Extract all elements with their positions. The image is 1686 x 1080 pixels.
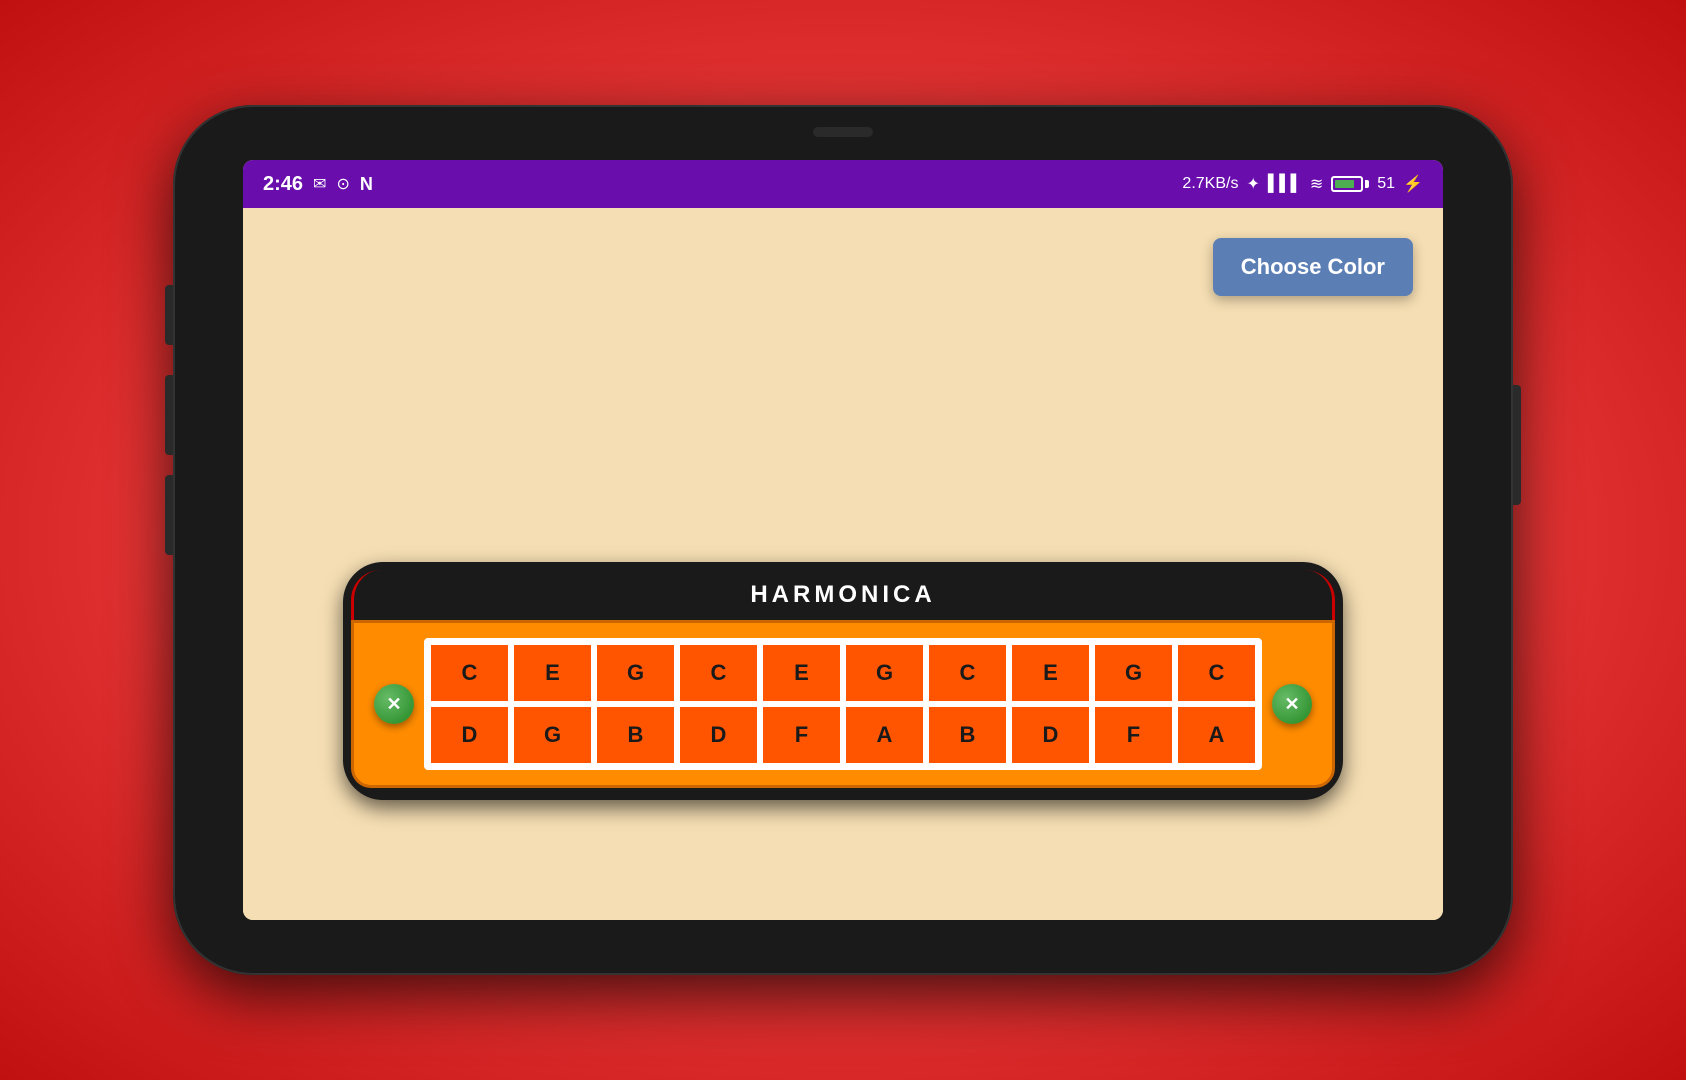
key-g2[interactable]: G (843, 642, 926, 704)
side-button-3[interactable] (165, 475, 173, 555)
key-g4[interactable]: G (511, 704, 594, 766)
n-icon: N (360, 174, 373, 195)
keys-grid: C E G C E G C E G C (424, 638, 1262, 770)
harmonica-body: ✕ C E G C E G (351, 620, 1335, 788)
status-time: 2:46 (263, 173, 303, 196)
key-g1[interactable]: G (594, 642, 677, 704)
power-button[interactable] (1513, 385, 1521, 505)
key-a2[interactable]: A (1175, 704, 1258, 766)
gmail-icon: ✉ (313, 174, 326, 194)
device-shell: 2:46 ✉ ⊙ N 2.7KB/s ✦ ▌▌▌ ≋ 51 ⚡ (173, 105, 1513, 975)
key-e3[interactable]: E (1009, 642, 1092, 704)
bottom-keys-row: D G B D F A B D F A (428, 704, 1258, 766)
signal-icon: ▌▌▌ (1268, 175, 1302, 193)
battery-body (1331, 176, 1363, 192)
key-f2[interactable]: F (1092, 704, 1175, 766)
key-d3[interactable]: D (1009, 704, 1092, 766)
status-right: 2.7KB/s ✦ ▌▌▌ ≋ 51 ⚡ (1182, 174, 1423, 194)
key-d2[interactable]: D (677, 704, 760, 766)
status-left: 2:46 ✉ ⊙ N (263, 173, 373, 196)
speaker-notch (813, 127, 873, 137)
battery-icon (1331, 176, 1369, 192)
battery-tip (1365, 180, 1369, 188)
screw-left: ✕ (374, 684, 414, 724)
key-c3[interactable]: C (926, 642, 1009, 704)
charging-icon: ⚡ (1403, 174, 1423, 194)
volume-up-button[interactable] (165, 285, 173, 345)
harmonica-top-strip: HARMONICA (351, 570, 1335, 620)
key-e1[interactable]: E (511, 642, 594, 704)
data-speed: 2.7KB/s (1182, 175, 1238, 193)
screen: 2:46 ✉ ⊙ N 2.7KB/s ✦ ▌▌▌ ≋ 51 ⚡ (243, 160, 1443, 920)
key-g3[interactable]: G (1092, 642, 1175, 704)
choose-color-button[interactable]: Choose Color (1213, 238, 1413, 296)
key-c1[interactable]: C (428, 642, 511, 704)
key-d1[interactable]: D (428, 704, 511, 766)
volume-down-button[interactable] (165, 375, 173, 455)
key-b1[interactable]: B (594, 704, 677, 766)
battery-fill (1335, 180, 1354, 188)
status-bar: 2:46 ✉ ⊙ N 2.7KB/s ✦ ▌▌▌ ≋ 51 ⚡ (243, 160, 1443, 208)
harmonica-title: HARMONICA (750, 581, 935, 609)
wifi-icon: ≋ (1310, 174, 1323, 194)
top-keys-row: C E G C E G C E G C (428, 642, 1258, 704)
key-c2[interactable]: C (677, 642, 760, 704)
harmonica-wrapper: HARMONICA ✕ C E (343, 562, 1343, 800)
harmonica-outer: HARMONICA ✕ C E (343, 562, 1343, 800)
key-f1[interactable]: F (760, 704, 843, 766)
harmonica-keys-container: ✕ C E G C E G (374, 638, 1312, 770)
key-c4[interactable]: C (1175, 642, 1258, 704)
key-e2[interactable]: E (760, 642, 843, 704)
key-a1[interactable]: A (843, 704, 926, 766)
bluetooth-icon: ✦ (1246, 174, 1259, 194)
battery-percent: 51 (1377, 175, 1395, 193)
screw-right: ✕ (1272, 684, 1312, 724)
instagram-icon: ⊙ (336, 174, 349, 194)
app-content: Choose Color HARMONICA ✕ (243, 208, 1443, 920)
key-b2[interactable]: B (926, 704, 1009, 766)
